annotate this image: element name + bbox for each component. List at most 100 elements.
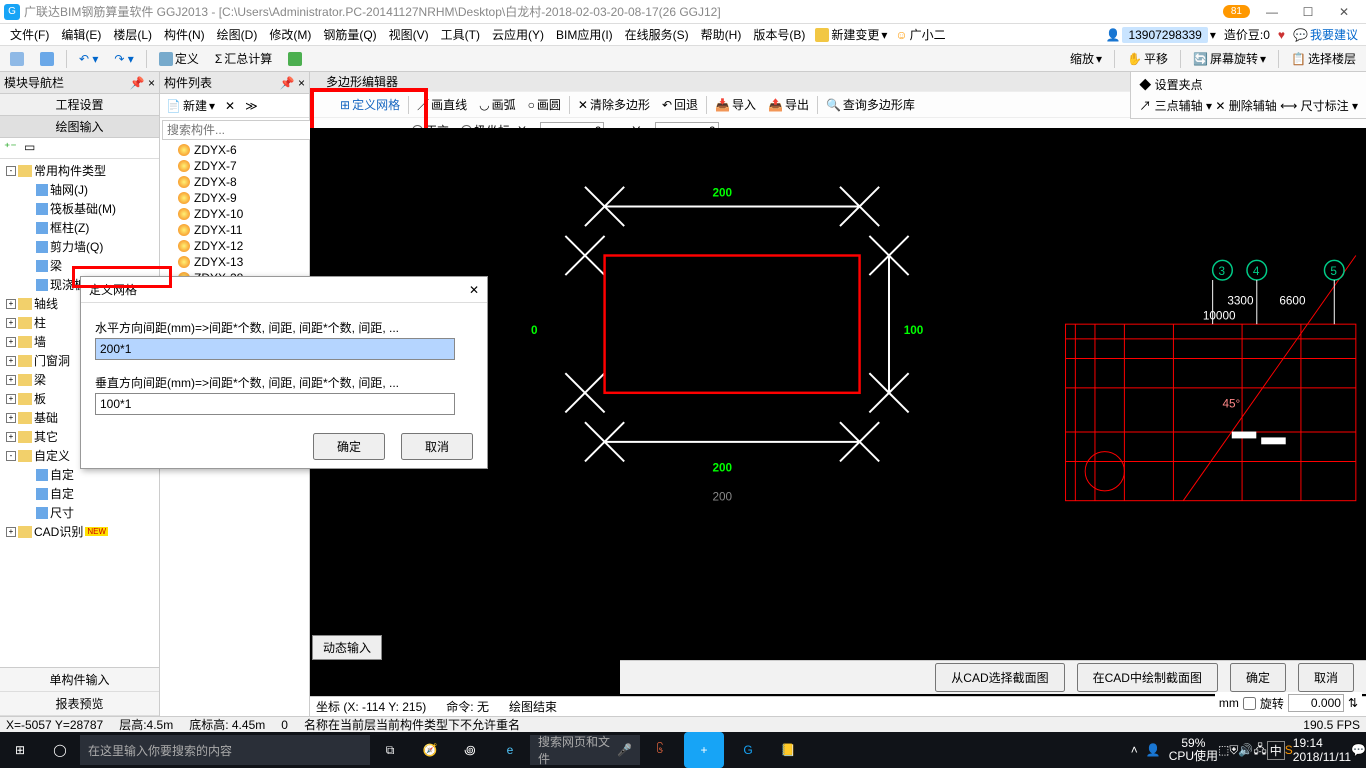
zoom-button[interactable]: 缩放 ▾ [1064,48,1108,69]
dialog-close-icon[interactable]: ✕ [469,283,479,297]
back-button[interactable]: ↶ 回退 [658,94,702,115]
rotate-value-input[interactable] [1288,694,1344,712]
close-icon[interactable]: ✕ [1326,2,1362,22]
edge-search[interactable]: 搜索网页和文件🎤 [530,735,640,765]
bean-icon[interactable]: ♥ [1274,28,1289,42]
project-settings-button[interactable]: 工程设置 [0,94,159,116]
edge-icon[interactable]: e [490,732,530,768]
clock[interactable]: 19:142018/11/11 [1293,736,1351,764]
define-grid-button[interactable]: ⊞ 定义网格 [336,94,404,115]
menu-draw[interactable]: 绘图(D) [211,26,264,43]
define-button[interactable]: 定义 [153,48,205,69]
delete-axis-button[interactable]: ✕ 删除辅轴 [1215,99,1276,113]
menu-rebar[interactable]: 钢筋量(Q) [317,26,382,43]
tray-icon[interactable]: ⬚ [1218,743,1229,757]
pan-button[interactable]: ✋ 平移 [1121,48,1174,69]
component-item[interactable]: ZDYX-9 [160,190,309,206]
network-icon[interactable]: 🖧 [1253,740,1266,761]
dynamic-input-button[interactable]: 动态输入 [312,635,382,660]
component-item[interactable]: ZDYX-6 [160,142,309,158]
guangxiaoer-button[interactable]: ☺广小二 [891,26,949,43]
component-item[interactable]: ZDYX-10 [160,206,309,222]
tree-node[interactable]: 筏板基础(M) [2,199,157,218]
set-clamp-button[interactable]: ◆ 设置夹点 [1139,78,1202,92]
report-preview-button[interactable]: 报表预览 [0,692,159,716]
import-button[interactable]: 📥 导入 [711,94,760,115]
redo-icon[interactable]: ↷ ▾ [108,50,139,68]
tree-node[interactable]: 自定 [2,484,157,503]
vertical-spacing-input[interactable] [95,393,455,415]
user-phone[interactable]: 👤 13907298339 ▾ [1101,27,1219,43]
menu-bim[interactable]: BIM应用(I) [550,26,619,43]
taskbar-search[interactable]: 在这里输入你要搜索的内容 [80,735,370,765]
screen-rotate-button[interactable]: 🔄 屏幕旋转 ▾ [1187,48,1272,69]
app-icon-6[interactable]: 📒 [768,732,808,768]
more-icon[interactable]: ≫ [241,98,262,114]
menu-component[interactable]: 构件(N) [158,26,211,43]
ime-icon[interactable]: 中 [1267,741,1285,760]
tree-node[interactable]: 轴网(J) [2,180,157,199]
maximize-icon[interactable]: ☐ [1290,2,1326,22]
component-item[interactable]: ZDYX-8 [160,174,309,190]
volume-icon[interactable]: 🔊 [1238,743,1253,757]
app-icon-3[interactable]: ၆ [640,732,680,768]
horizontal-spacing-input[interactable] [95,338,455,360]
draw-arc-button[interactable]: ◡ 画弧 [475,94,520,115]
menu-help[interactable]: 帮助(H) [695,26,748,43]
dimension-button[interactable]: ⟷ 尺寸标注 ▾ [1280,99,1358,113]
minimize-icon[interactable]: — [1254,2,1290,22]
app-icon-2[interactable]: ꩜ [450,732,490,768]
menu-file[interactable]: 文件(F) [4,26,55,43]
save-icon[interactable] [34,50,60,68]
app-icon-1[interactable]: 🧭 [410,732,450,768]
start-button[interactable]: ⊞ [0,732,40,768]
menu-edit[interactable]: 编辑(E) [55,26,107,43]
tree-node[interactable]: +CAD识别NEW [2,522,157,541]
search-component-input[interactable] [162,120,311,140]
component-item[interactable]: ZDYX-11 [160,222,309,238]
menu-online[interactable]: 在线服务(S) [619,26,695,43]
from-cad-button[interactable]: 从CAD选择截面图 [935,663,1064,692]
tree-collapse-icon[interactable]: ▭ [24,140,40,156]
tree-expand-icon[interactable]: ⁺⁻ [4,140,20,156]
taskview-icon[interactable]: ⧉ [370,732,410,768]
app-icon-4[interactable]: + [684,732,724,768]
component-item[interactable]: ZDYX-7 [160,158,309,174]
menu-version[interactable]: 版本号(B) [747,26,811,43]
secure-icon[interactable]: ⛨ [1229,743,1238,758]
dialog-ok-button[interactable]: 确定 [313,433,385,460]
clear-polygon-button[interactable]: ✕ 清除多边形 [574,94,654,115]
new-change-button[interactable]: 新建变更 ▾ [811,26,891,43]
menu-floor[interactable]: 楼层(L) [107,26,158,43]
draw-line-button[interactable]: ／ 画直线 [413,94,471,115]
tree-node[interactable]: 尺寸 [2,503,157,522]
menu-view[interactable]: 视图(V) [383,26,435,43]
cost-bean[interactable]: 造价豆:0 [1220,26,1274,43]
single-input-button[interactable]: 单构件输入 [0,668,159,692]
panel-pin-icon[interactable]: 📌 × [280,76,305,90]
component-item[interactable]: ZDYX-13 [160,254,309,270]
undo-icon[interactable]: ↶ ▾ [73,50,104,68]
new-component-button[interactable]: 📄 新建 ▾ [162,96,219,115]
sogou-icon[interactable]: S [1285,743,1293,757]
tree-node[interactable]: -常用构件类型 [2,161,157,180]
in-cad-button[interactable]: 在CAD中绘制截面图 [1077,663,1218,692]
notification-badge[interactable]: 81 [1223,5,1250,18]
rotate-checkbox[interactable] [1243,697,1256,710]
cpu-meter[interactable]: 59%CPU使用 [1169,737,1218,763]
app-icon-5[interactable]: G [728,732,768,768]
tree-node[interactable]: 剪力墙(Q) [2,237,157,256]
panel-pin-icon[interactable]: 📌 × [130,76,155,90]
delete-icon[interactable]: ✕ [221,98,239,114]
query-polygon-button[interactable]: 🔍 查询多边形库 [822,94,919,115]
select-floor-button[interactable]: 📋 选择楼层 [1285,48,1362,69]
cancel-button[interactable]: 取消 [1298,663,1354,692]
rotate-stepper-icon[interactable]: ⇅ [1348,696,1358,710]
tree-node[interactable]: 框柱(Z) [2,218,157,237]
ok-button[interactable]: 确定 [1230,663,1286,692]
dialog-cancel-button[interactable]: 取消 [401,433,473,460]
export-button[interactable]: 📤 导出 [764,94,813,115]
three-axis-button[interactable]: ↗ 三点辅轴 ▾ [1139,99,1212,113]
draw-input-button[interactable]: 绘图输入 [0,116,159,138]
sumcalc-button[interactable]: Σ 汇总计算 [209,48,278,69]
